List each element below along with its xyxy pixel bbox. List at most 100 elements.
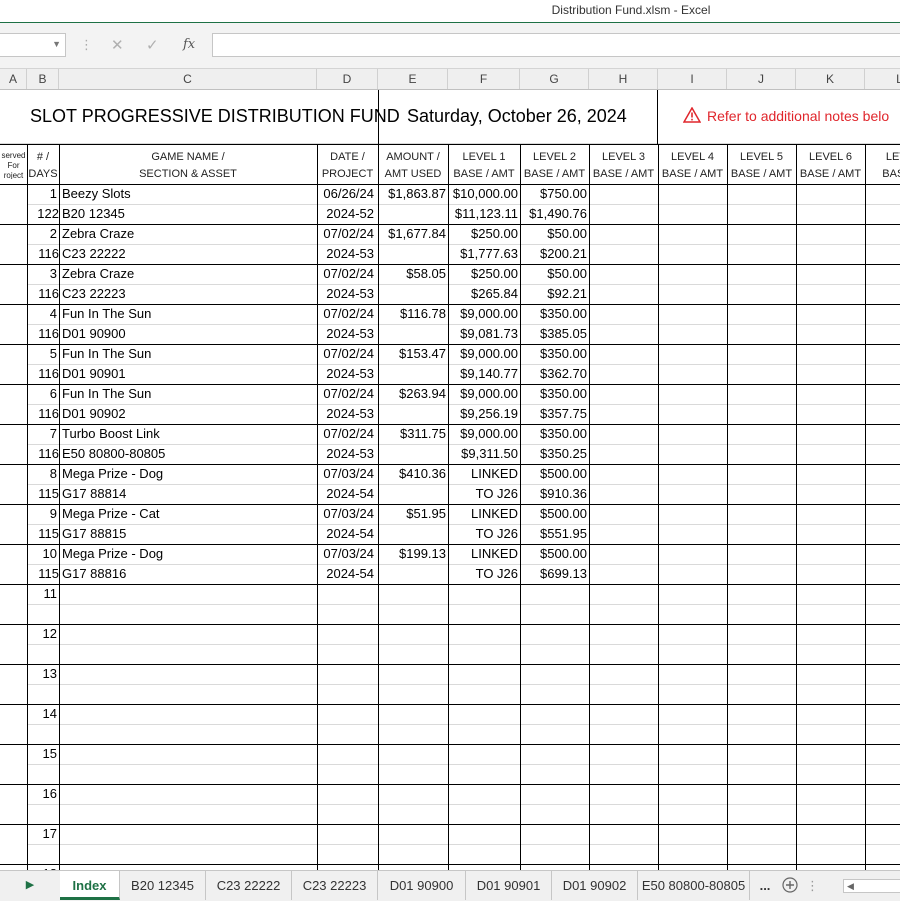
tab-c23-22222[interactable]: C23 22222	[206, 871, 292, 900]
tab-c23-22223[interactable]: C23 22223	[292, 871, 378, 900]
game-name: Mega Prize - Dog	[62, 546, 164, 561]
game-name: Mega Prize - Cat	[62, 506, 160, 521]
column-border	[520, 144, 521, 870]
level-1-amount: $9,140.77	[460, 366, 518, 381]
row-gridline	[27, 524, 900, 525]
name-box[interactable]: ▼	[0, 33, 66, 57]
entry-number: 12	[42, 626, 57, 641]
column-border	[27, 144, 28, 870]
add-sheet-icon[interactable]	[778, 871, 802, 900]
column-header-f[interactable]: F	[448, 69, 520, 89]
plus-circle-icon[interactable]	[782, 877, 798, 893]
entry-number: 15	[42, 746, 57, 761]
column-border	[589, 144, 590, 870]
row-border	[0, 784, 900, 785]
entry-date: 06/26/24	[323, 186, 374, 201]
title-divider	[657, 90, 658, 144]
chevron-down-icon[interactable]: ▼	[52, 39, 61, 49]
column-header-c[interactable]: C	[59, 69, 317, 89]
tab-index[interactable]: Index	[60, 871, 120, 900]
warning-icon	[682, 106, 702, 123]
level-1-amount: $9,256.19	[460, 406, 518, 421]
column-header-k[interactable]: K	[796, 69, 865, 89]
title-divider	[378, 90, 379, 144]
scroll-left-icon[interactable]: ◀	[844, 881, 854, 891]
asset-id: C23 22223	[62, 286, 126, 301]
column-header-j[interactable]: J	[727, 69, 796, 89]
level-1-base: LINKED	[471, 546, 518, 561]
column-border	[317, 144, 318, 870]
column-header-i[interactable]: I	[658, 69, 727, 89]
column-header-e[interactable]: E	[378, 69, 448, 89]
tab-b20-12345[interactable]: B20 12345	[120, 871, 206, 900]
entry-date: 07/02/24	[323, 306, 374, 321]
asset-id: C23 22222	[62, 246, 126, 261]
level-1-base: $9,000.00	[460, 346, 518, 361]
entry-number: 1	[49, 186, 57, 201]
horizontal-scrollbar[interactable]: ◀	[843, 879, 900, 893]
entry-days: 116	[38, 406, 59, 421]
level-2-base: $350.00	[540, 426, 587, 441]
column-header-b[interactable]: B	[27, 69, 59, 89]
spreadsheet-grid[interactable]: SLOT PROGRESSIVE DISTRIBUTION FUND Satur…	[0, 90, 900, 870]
drag-handle-icon[interactable]: ⋮	[80, 37, 93, 53]
row-gridline	[27, 564, 900, 565]
row-gridline	[27, 604, 900, 605]
tab-splitter-icon[interactable]: ⋮	[806, 871, 819, 900]
column-header-g[interactable]: G	[520, 69, 589, 89]
project-code: 2024-52	[326, 206, 374, 221]
row-border	[0, 584, 900, 585]
entry-days: 122	[37, 206, 59, 221]
amount-used: $410.36	[399, 466, 446, 481]
enter-icon[interactable]: ✓	[146, 36, 159, 54]
amount-used: $51.95	[406, 506, 446, 521]
tab-d01-90901[interactable]: D01 90901	[466, 871, 552, 900]
tab-d01-90900[interactable]: D01 90900	[378, 871, 466, 900]
row-border	[0, 824, 900, 825]
title-row-gridline	[0, 143, 900, 144]
column-border	[448, 144, 449, 870]
header-c-line1: GAME NAME /	[151, 151, 225, 163]
tab-scroll-right-icon[interactable]: ▶	[0, 871, 60, 900]
entry-days: 115	[38, 566, 59, 581]
column-header-a[interactable]: A	[0, 69, 27, 89]
entry-days: 116	[38, 326, 59, 341]
title-bar: Distribution Fund.xlsm - Excel	[0, 0, 900, 23]
tab-e50-80800-80805[interactable]: E50 80800-80805	[638, 871, 750, 900]
header-level-5-sub: BASE / AMT	[730, 168, 793, 180]
formula-input[interactable]	[212, 33, 900, 57]
level-2-base: $500.00	[540, 546, 587, 561]
entry-number: 16	[42, 786, 57, 801]
amount-used: $1,863.87	[388, 186, 446, 201]
header-level-6-sub: BASE / AMT	[799, 168, 862, 180]
project-code: 2024-53	[326, 286, 374, 301]
amount-used: $263.94	[399, 386, 446, 401]
entry-date: 07/02/24	[323, 346, 374, 361]
warning-text: Refer to additional notes belo	[707, 108, 890, 124]
project-code: 2024-54	[326, 486, 374, 501]
level-2-base: $350.00	[540, 386, 587, 401]
cancel-icon[interactable]: ✕	[111, 36, 124, 54]
row-gridline	[27, 204, 900, 205]
column-header-d[interactable]: D	[317, 69, 378, 89]
column-header-l[interactable]: L	[865, 69, 900, 89]
header-level-2-sub: BASE / AMT	[523, 168, 586, 180]
level-1-amount: $11,123.11	[454, 206, 518, 221]
asset-id: D01 90900	[62, 326, 126, 341]
level-2-amount: $362.70	[540, 366, 587, 381]
header-level-7-sub: BASE /	[882, 168, 900, 180]
column-header-h[interactable]: H	[589, 69, 658, 89]
row-gridline	[27, 324, 900, 325]
amount-used: $199.13	[399, 546, 446, 561]
insert-function-icon[interactable]: fx	[183, 37, 195, 52]
tab-d01-90902[interactable]: D01 90902	[552, 871, 638, 900]
level-2-base: $50.00	[547, 266, 587, 281]
level-1-amount: TO J26	[475, 526, 518, 541]
row-gridline	[27, 444, 900, 445]
header-level-3-sub: BASE / AMT	[592, 168, 655, 180]
more-tabs-button[interactable]: ...	[750, 871, 780, 900]
level-1-base: $9,000.00	[460, 306, 518, 321]
header-bottom-border	[0, 184, 900, 185]
asset-id: E50 80800-80805	[62, 446, 166, 461]
header-b-line1: # /	[36, 151, 50, 163]
